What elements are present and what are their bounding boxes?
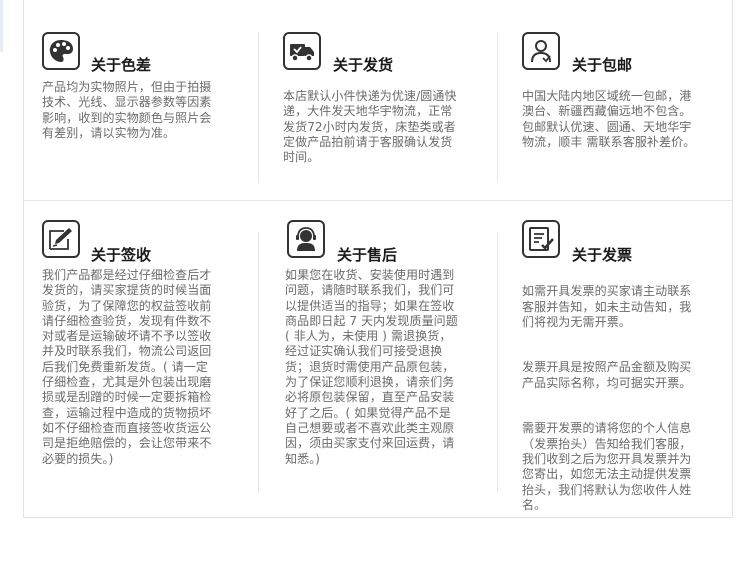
column-divider (497, 32, 498, 182)
invoice-check-icon (522, 220, 560, 258)
left-edge-mark (0, 0, 3, 52)
invoice-paragraph: 如需开具发票的买家请主动联系 客服并告知，如未主动告知，我 们将视为无需开票。 (522, 284, 692, 329)
delivery-truck-icon (283, 32, 321, 70)
column-divider (258, 32, 259, 182)
invoice-paragraph: 发票开具是按照产品金额及购买 产品实际名称，均可据实开票。 (522, 360, 692, 390)
section-text: 我们产品都是经过仔细检查后才 发货的，请买家提货的时候当面 验货，为了保障您的权… (42, 268, 212, 466)
section-text: 本店默认小件快递为优速/圆通快 递，大件发天地华宇物流，正常 发货72小时内发货… (283, 89, 457, 165)
section-title: 关于售后 (337, 246, 398, 264)
section-title: 关于包邮 (572, 56, 633, 74)
section-text: 如需开具发票的买家请主动联系 客服并告知，如未主动告知，我 们将视为无需开票。 … (522, 269, 737, 513)
section-title: 关于色差 (91, 56, 152, 74)
section-title: 关于发票 (572, 246, 633, 264)
invoice-paragraph: 需要开发票的请将您的个人信息 （发票抬头）告知给我们客服， 我们收到之后为您开具… (522, 421, 692, 512)
customer-service-person-icon (522, 32, 560, 70)
headset-agent-icon (287, 220, 325, 258)
section-text: 中国大陆内地区域统一包邮，港 澳台、新疆西藏偏远地不包含。 包邮默认优速、圆通、… (522, 89, 696, 149)
section-title: 关于发货 (333, 56, 394, 74)
section-title: 关于签收 (91, 246, 152, 264)
column-divider (258, 232, 259, 492)
section-text: 如果您在收货、安装使用时遇到 问题，请随时联系我们，我们可 以提供适当的指导；如… (285, 268, 458, 466)
row-divider (23, 200, 733, 201)
sign-pen-icon (42, 220, 80, 258)
section-text: 产品均为实物照片，但由于拍摄 技术、光线、显示器参数等因素 影响，收到的实物颜色… (42, 80, 212, 140)
column-divider (497, 232, 498, 492)
palette-icon (42, 32, 80, 70)
